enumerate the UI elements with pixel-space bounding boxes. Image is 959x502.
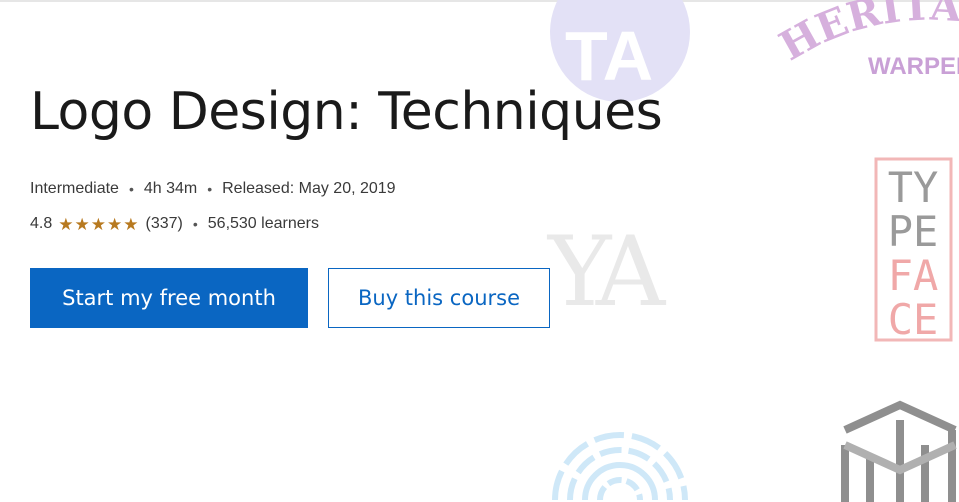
separator-dot: •	[207, 181, 213, 197]
star-icon: ★	[74, 214, 90, 234]
course-release-date: Released: May 20, 2019	[222, 180, 396, 197]
course-meta: Intermediate • 4h 34m • Released: May 20…	[30, 180, 396, 198]
star-icon: ★	[90, 214, 106, 234]
course-level: Intermediate	[30, 180, 119, 197]
typeface-row-3: FA	[888, 251, 939, 300]
start-free-month-button[interactable]: Start my free month	[30, 268, 308, 328]
warped-text: WARPED	[868, 53, 959, 80]
star-icon: ★	[58, 214, 74, 234]
separator-dot: •	[192, 216, 198, 232]
buy-course-button[interactable]: Buy this course	[328, 268, 550, 328]
learner-count: 56,530 learners	[207, 215, 319, 232]
rating-value: 4.8	[30, 215, 53, 232]
typeface-logo-art: TY PE FA CE	[874, 157, 953, 344]
separator-dot: •	[128, 181, 134, 197]
rating-stars: ★ ★ ★ ★ ★	[58, 216, 139, 233]
heritage-logo-art: HERITA WARPED	[772, 0, 959, 80]
star-icon: ★	[123, 214, 139, 234]
review-count[interactable]: (337)	[146, 215, 183, 233]
course-rating: 4.8 ★ ★ ★ ★ ★ (337) • 56,530 learners	[30, 215, 319, 233]
course-duration: 4h 34m	[143, 180, 198, 197]
ya-logo-text: YA	[546, 216, 667, 328]
typeface-row-2: PE	[888, 207, 939, 256]
isometric-logo-art	[841, 400, 957, 502]
background-artwork: TA HERITA WARPED YA TY PE FA CE	[546, 0, 959, 502]
star-icon: ★	[107, 214, 123, 234]
circle-c-logo-art	[552, 432, 688, 501]
typeface-row-1: TY	[888, 163, 939, 212]
typeface-row-4: CE	[888, 295, 939, 344]
page-title: Logo Design: Techniques	[30, 82, 663, 142]
